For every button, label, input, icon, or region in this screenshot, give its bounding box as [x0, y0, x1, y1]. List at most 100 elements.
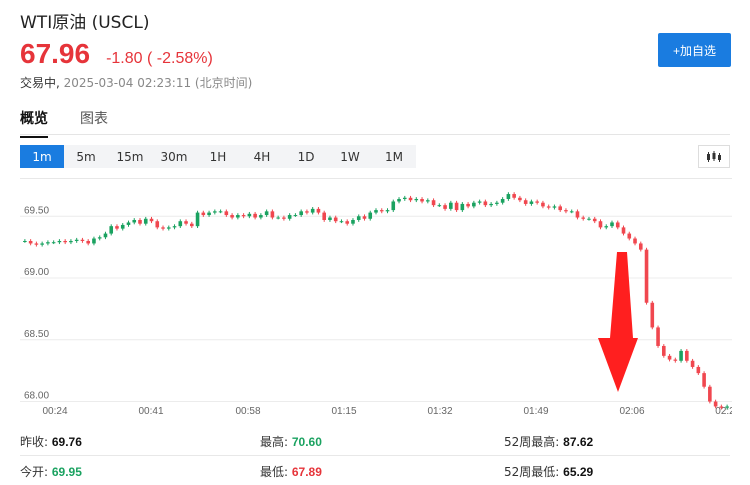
candle-body	[368, 212, 373, 219]
candle-body	[259, 215, 263, 218]
x-tick-label: 00:24	[42, 406, 67, 417]
candle-body	[598, 221, 603, 228]
candle-body	[662, 345, 666, 356]
candle-body	[725, 406, 729, 408]
candle-body	[673, 359, 678, 361]
candle-body	[305, 211, 309, 213]
candle-body	[80, 239, 85, 241]
candle-body	[40, 243, 44, 245]
price-row: 67.96 -1.80 ( -2.58%)	[20, 38, 213, 70]
candle-body	[431, 200, 436, 206]
x-tick-label: 02:06	[619, 406, 644, 417]
candle-body	[685, 350, 689, 361]
candle-body	[161, 227, 165, 229]
candle-body	[316, 208, 321, 213]
y-tick-label: 69.00	[24, 267, 49, 278]
candle-body	[397, 198, 401, 202]
candle-body	[356, 216, 361, 220]
range-5m[interactable]: 5m	[64, 145, 108, 168]
candle-body	[190, 223, 194, 227]
stats-row: 昨收: 69.76 最高: 70.60 52周最高: 87.62	[20, 426, 730, 456]
range-1h[interactable]: 1H	[196, 145, 240, 168]
candle-body	[391, 201, 396, 211]
range-30m[interactable]: 30m	[152, 145, 196, 168]
down-arrow-annotation	[598, 252, 638, 392]
candle-body	[385, 210, 390, 212]
candle-body	[310, 208, 315, 213]
x-tick-label: 02:2	[715, 406, 732, 417]
candle-body	[362, 216, 367, 219]
candle-body	[575, 211, 580, 218]
candle-body	[719, 406, 724, 408]
candle-body	[437, 205, 442, 207]
candle-body	[449, 202, 453, 209]
range-15m[interactable]: 15m	[108, 145, 152, 168]
candle-body	[627, 233, 632, 239]
candle-body	[696, 366, 701, 374]
candle-body	[293, 215, 298, 217]
candle-body	[143, 218, 148, 224]
candle-body	[287, 215, 292, 219]
time-range-selector: 1m 5m 15m 30m 1H 4H 1D 1W 1M	[20, 145, 416, 168]
candle-body	[253, 213, 257, 218]
candle-body	[541, 202, 545, 207]
candle-body	[241, 215, 246, 217]
candle-body	[592, 218, 597, 222]
candle-body	[69, 240, 73, 243]
candle-body	[581, 217, 586, 219]
candle-body	[374, 210, 378, 213]
x-tick-label: 01:49	[523, 406, 548, 417]
range-4h[interactable]: 4H	[240, 145, 284, 168]
candle-body	[472, 202, 476, 207]
candle-body	[126, 222, 131, 225]
candle-body	[489, 203, 493, 206]
candle-body	[120, 224, 125, 229]
candle-body	[103, 233, 108, 238]
candle-body	[460, 203, 465, 211]
stats-row: 今开: 69.95 最低: 67.89 52周最低: 65.29	[20, 456, 730, 485]
range-1d[interactable]: 1D	[284, 145, 328, 168]
chart-type-toggle[interactable]	[698, 145, 730, 168]
candle-body	[604, 226, 609, 228]
candle-body	[172, 226, 177, 228]
candle-body	[351, 219, 355, 224]
candle-body	[402, 197, 407, 199]
last-price: 67.96	[20, 38, 91, 69]
candle-body	[299, 211, 303, 216]
stat-high: 最高: 70.60	[260, 435, 322, 449]
range-1m[interactable]: 1m	[20, 145, 64, 168]
candle-body	[610, 222, 614, 227]
candle-body	[420, 198, 424, 202]
candle-body	[230, 215, 234, 218]
candle-body	[518, 197, 522, 201]
candle-body	[57, 240, 62, 243]
candle-body	[138, 219, 142, 224]
x-tick-label: 01:15	[331, 406, 356, 417]
add-to-watchlist-button[interactable]: +加自选	[658, 33, 731, 67]
candle-body	[495, 202, 499, 204]
y-tick-label: 68.50	[24, 329, 49, 340]
candle-body	[713, 401, 718, 407]
candle-body	[86, 240, 90, 244]
range-1mo[interactable]: 1M	[372, 145, 416, 168]
stats-table: 昨收: 69.76 最高: 70.60 52周最高: 87.62 今开: 69.…	[20, 426, 730, 485]
candle-body	[282, 217, 286, 219]
x-tick-label: 00:41	[138, 406, 163, 417]
candle-body	[587, 218, 591, 220]
candle-body	[201, 212, 206, 216]
candle-body	[115, 226, 119, 229]
timestamp: 2025-03-04 02:23:11 (北京时间)	[63, 76, 253, 90]
candle-body	[92, 238, 96, 244]
range-1w[interactable]: 1W	[328, 145, 372, 168]
candle-body	[500, 198, 505, 203]
candle-body	[218, 211, 223, 213]
candle-body	[656, 327, 660, 346]
candle-body	[97, 237, 102, 239]
candle-body	[34, 243, 39, 245]
candle-body	[535, 201, 539, 203]
candle-body	[155, 221, 160, 228]
price-chart[interactable]: 69.50 69.00 68.50 68.00 00:24 00:41 00:58 01:15…	[20, 178, 732, 418]
status-label: 交易中,	[20, 76, 60, 90]
candle-body	[679, 350, 683, 361]
candle-body	[408, 197, 413, 201]
